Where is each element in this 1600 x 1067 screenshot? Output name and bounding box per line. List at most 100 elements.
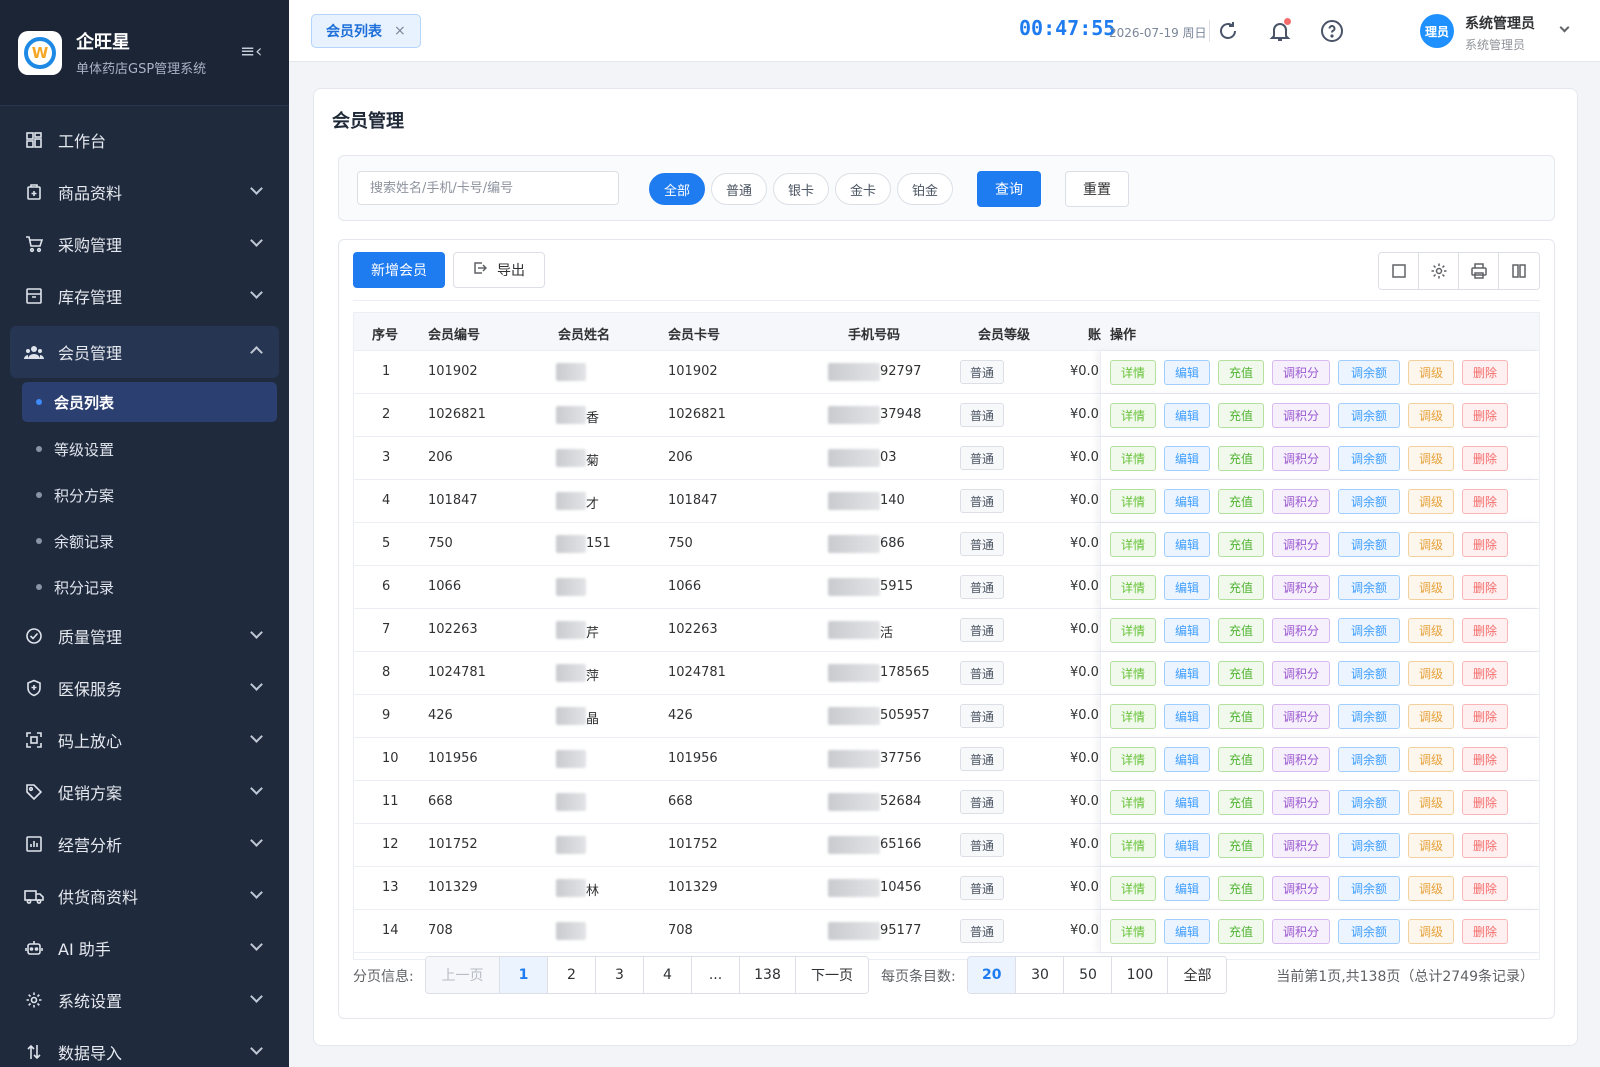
table-row[interactable]: 4 101847 才 101847 140 普通 ¥0.0(详情 编辑 充值 调积分 调余额 调级 删除 [354, 480, 1539, 523]
recharge-button[interactable]: 充值 [1218, 446, 1264, 471]
table-row[interactable]: 2 1026821 香 1026821 37948 普通 ¥0.0(详情 编辑 充值 调积分 调余额… [354, 394, 1539, 437]
detail-button[interactable]: 详情 [1110, 489, 1156, 514]
delete-button[interactable]: 删除 [1462, 704, 1508, 729]
change-level-button[interactable]: 调级 [1408, 575, 1454, 600]
table-row[interactable]: 10 101956 101956 37756 普通 ¥0.0(详情 编辑 充值 调积分 调余额 调级… [354, 738, 1539, 781]
recharge-button[interactable]: 充值 [1218, 704, 1264, 729]
next-page-button[interactable]: 下一页 [796, 957, 868, 993]
detail-button[interactable]: 详情 [1110, 575, 1156, 600]
adjust-balance-button[interactable]: 调余额 [1338, 618, 1400, 643]
adjust-points-button[interactable]: 调积分 [1272, 747, 1330, 772]
collapse-sidebar-icon[interactable]: ≡‹ [240, 43, 262, 61]
recharge-button[interactable]: 充值 [1218, 790, 1264, 815]
sidebar-item-settings[interactable]: 系统设置 [0, 974, 289, 1026]
sidebar-item-ai-assistant[interactable]: AI 助手 [0, 922, 289, 974]
adjust-points-button[interactable]: 调积分 [1272, 575, 1330, 600]
adjust-points-button[interactable]: 调积分 [1272, 919, 1330, 944]
table-row[interactable]: 14 708 708 95177 普通 ¥0.0(详情 编辑 充值 调积分 调余额 调级 删除 [354, 910, 1539, 953]
submenu-item-level-settings[interactable]: 等级设置 [0, 426, 289, 472]
page-button[interactable]: 3 [596, 957, 644, 993]
table-row[interactable]: 7 102263 芹 102263 活 普通 ¥0.0(详情 编辑 充值 调积分 调余额 调级 删除 [354, 609, 1539, 652]
reset-button[interactable]: 重置 [1065, 171, 1129, 207]
sidebar-item-products[interactable]: 商品资料 [0, 166, 289, 218]
recharge-button[interactable]: 充值 [1218, 575, 1264, 600]
table-row[interactable]: 1 101902 101902 92797 普通 ¥0.0(详情 编辑 充值 调积分 调余额 调级删… [354, 351, 1539, 394]
adjust-balance-button[interactable]: 调余额 [1338, 575, 1400, 600]
table-row[interactable]: 5 750 151 750 686 普通 ¥0.0(详情 编辑 充值 调积分 调余额 调级 删除 [354, 523, 1539, 566]
filter-gold[interactable]: 金卡 [835, 173, 892, 205]
sidebar-item-members[interactable]: 会员管理 [10, 326, 279, 378]
recharge-button[interactable]: 充值 [1218, 919, 1264, 944]
detail-button[interactable]: 详情 [1110, 360, 1156, 385]
delete-button[interactable]: 删除 [1462, 446, 1508, 471]
adjust-points-button[interactable]: 调积分 [1272, 790, 1330, 815]
sidebar-item-inventory[interactable]: 库存管理 [0, 270, 289, 322]
change-level-button[interactable]: 调级 [1408, 876, 1454, 901]
delete-button[interactable]: 删除 [1462, 661, 1508, 686]
adjust-balance-button[interactable]: 调余额 [1338, 661, 1400, 686]
table-row[interactable]: 6 1066 1066 5915 普通 ¥0.0(详情 编辑 充值 调积分 调余额 调级 删除 [354, 566, 1539, 609]
sidebar-item-dashboard[interactable]: 工作台 [0, 114, 289, 166]
refresh-icon[interactable] [1215, 18, 1241, 44]
adjust-balance-button[interactable]: 调余额 [1338, 446, 1400, 471]
adjust-points-button[interactable]: 调积分 [1272, 833, 1330, 858]
page-size-option[interactable]: 全部 [1168, 957, 1227, 993]
submenu-item-member-list[interactable]: 会员列表 [22, 382, 277, 422]
column-header[interactable]: 会员卡号 [668, 324, 720, 343]
adjust-points-button[interactable]: 调积分 [1272, 446, 1330, 471]
edit-button[interactable]: 编辑 [1164, 532, 1210, 557]
sidebar-item-trace-code[interactable]: 码上放心 [0, 714, 289, 766]
filter-regular[interactable]: 普通 [711, 173, 768, 205]
adjust-points-button[interactable]: 调积分 [1272, 360, 1330, 385]
filter-platinum[interactable]: 铂金 [897, 173, 954, 205]
delete-button[interactable]: 删除 [1462, 403, 1508, 428]
edit-button[interactable]: 编辑 [1164, 704, 1210, 729]
delete-button[interactable]: 删除 [1462, 532, 1508, 557]
column-header[interactable]: 序号 [372, 324, 398, 343]
adjust-balance-button[interactable]: 调余额 [1338, 919, 1400, 944]
change-level-button[interactable]: 调级 [1408, 403, 1454, 428]
page-button[interactable]: 1 [500, 957, 548, 993]
change-level-button[interactable]: 调级 [1408, 747, 1454, 772]
column-header[interactable]: 会员姓名 [558, 324, 610, 343]
adjust-balance-button[interactable]: 调余额 [1338, 704, 1400, 729]
detail-button[interactable]: 详情 [1110, 446, 1156, 471]
delete-button[interactable]: 删除 [1462, 618, 1508, 643]
submenu-item-balance-records[interactable]: 余额记录 [0, 518, 289, 564]
table-row[interactable]: 8 1024781 萍 1024781 178565 普通 ¥0.0(详情 编辑 充值 调积分 调余… [354, 652, 1539, 695]
print-icon[interactable] [1459, 253, 1499, 289]
delete-button[interactable]: 删除 [1462, 489, 1508, 514]
recharge-button[interactable]: 充值 [1218, 661, 1264, 686]
table-row[interactable]: 13 101329 林 101329 10456 普通 ¥0.0(详情 编辑 充值 调积分 调余额调… [354, 867, 1539, 910]
page-size-option[interactable]: 20 [968, 957, 1017, 993]
edit-button[interactable]: 编辑 [1164, 747, 1210, 772]
change-level-button[interactable]: 调级 [1408, 790, 1454, 815]
detail-button[interactable]: 详情 [1110, 790, 1156, 815]
close-icon[interactable]: × [394, 23, 406, 39]
edit-button[interactable]: 编辑 [1164, 446, 1210, 471]
tab-member-list[interactable]: 会员列表 × [311, 14, 421, 48]
query-button[interactable]: 查询 [977, 171, 1041, 207]
edit-button[interactable]: 编辑 [1164, 790, 1210, 815]
change-level-button[interactable]: 调级 [1408, 833, 1454, 858]
table-row[interactable]: 11 668 668 52684 普通 ¥0.0(详情 编辑 充值 调积分 调余额 调级 删除 [354, 781, 1539, 824]
delete-button[interactable]: 删除 [1462, 790, 1508, 815]
recharge-button[interactable]: 充值 [1218, 360, 1264, 385]
page-button[interactable]: 4 [644, 957, 692, 993]
detail-button[interactable]: 详情 [1110, 919, 1156, 944]
edit-button[interactable]: 编辑 [1164, 618, 1210, 643]
gear-icon[interactable] [1419, 253, 1459, 289]
adjust-balance-button[interactable]: 调余额 [1338, 489, 1400, 514]
edit-button[interactable]: 编辑 [1164, 876, 1210, 901]
filter-silver[interactable]: 银卡 [773, 173, 830, 205]
sidebar-item-promotion[interactable]: 促销方案 [0, 766, 289, 818]
adjust-points-button[interactable]: 调积分 [1272, 704, 1330, 729]
recharge-button[interactable]: 充值 [1218, 747, 1264, 772]
adjust-balance-button[interactable]: 调余额 [1338, 747, 1400, 772]
column-header[interactable]: 手机号码 [848, 324, 900, 343]
submenu-item-points-plan[interactable]: 积分方案 [0, 472, 289, 518]
adjust-points-button[interactable]: 调积分 [1272, 661, 1330, 686]
sidebar-item-data-import[interactable]: 数据导入 [0, 1026, 289, 1067]
column-header[interactable]: 操作 [1110, 324, 1136, 343]
adjust-points-button[interactable]: 调积分 [1272, 618, 1330, 643]
